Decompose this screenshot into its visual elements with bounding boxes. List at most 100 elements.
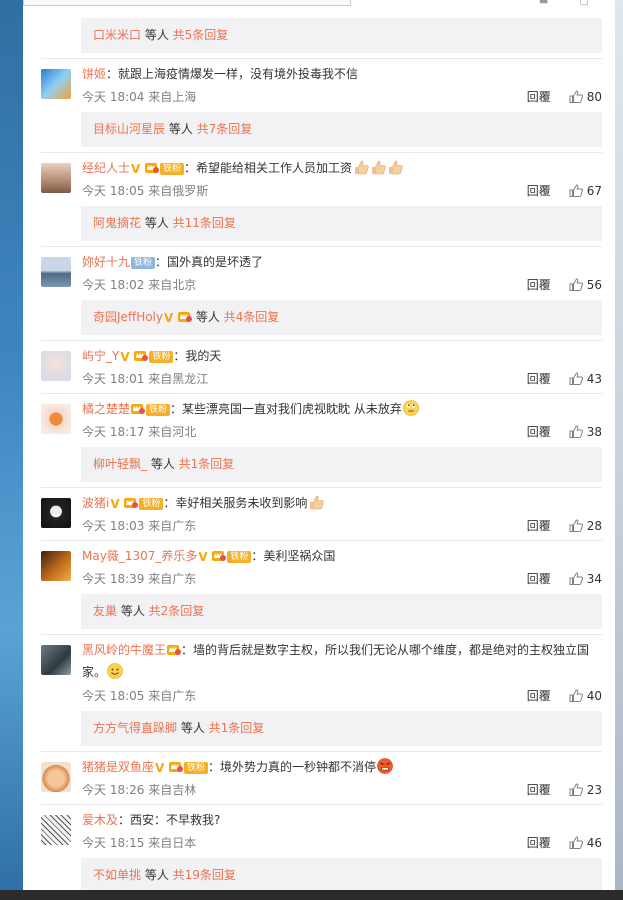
- divider: [41, 540, 602, 541]
- divider: [41, 487, 602, 488]
- window-controls[interactable]: ▬ ▢: [539, 0, 603, 7]
- reply-user-link[interactable]: 目标山河星辰: [93, 122, 165, 136]
- like-button[interactable]: 40: [569, 689, 602, 703]
- comment-text-continued: 家。: [82, 665, 107, 679]
- comment-meta: 今天 18:15 来自日本: [82, 836, 197, 850]
- comment-author-link[interactable]: 妳好十九: [82, 255, 130, 269]
- avatar[interactable]: [41, 498, 71, 528]
- comment-author-link[interactable]: 黑风岭的牛魔王: [82, 643, 166, 657]
- reply-button[interactable]: 回覆: [527, 423, 551, 440]
- fan-badge: 铁粉: [184, 762, 209, 774]
- comment-author-link[interactable]: 饼姬: [82, 67, 106, 81]
- like-button[interactable]: 28: [569, 519, 602, 533]
- like-button[interactable]: 23: [569, 783, 602, 797]
- thumbs-up-icon: [569, 90, 583, 103]
- sub-replies-bar[interactable]: 目标山河星辰 等人 共7条回复: [81, 112, 602, 147]
- reply-button[interactable]: 回覆: [527, 687, 551, 704]
- sub-replies-bar[interactable]: 柳叶轻飘_ 等人 共1条回复: [81, 447, 602, 482]
- sub-replies-bar[interactable]: 奇园JeffHolyV 等人 共4条回复: [81, 300, 602, 335]
- more-replies-link[interactable]: 共19条回复: [173, 868, 236, 882]
- reply-button[interactable]: 回覆: [527, 781, 551, 798]
- divider: [41, 751, 602, 752]
- sub-replies-bar[interactable]: 方方气得直跺脚 等人 共1条回复: [81, 711, 602, 746]
- reply-user-link[interactable]: 奇园JeffHoly: [93, 310, 163, 324]
- more-replies-link[interactable]: 共1条回复: [209, 721, 265, 735]
- thumbs-up-icon: [569, 372, 583, 385]
- reply-button[interactable]: 回覆: [527, 517, 551, 534]
- eye-roll-emoji-icon: [403, 400, 419, 416]
- comment-text-line: 黑风岭的牛魔王 ：墙的背后就是数字主权，所以我们无论从哪个维度，都是绝对的主权独立…: [82, 641, 602, 659]
- avatar[interactable]: [41, 762, 71, 792]
- more-replies-link[interactable]: 共5条回复: [173, 28, 229, 42]
- avatar[interactable]: [41, 645, 71, 675]
- reply-user-link[interactable]: 口米米口: [93, 28, 141, 42]
- reply-button[interactable]: 回覆: [527, 88, 551, 105]
- reply-button[interactable]: 回覆: [527, 834, 551, 851]
- comment-text-line: 饼姬：就跟上海疫情爆发一样，没有境外投毒我不信: [82, 65, 602, 83]
- avatar[interactable]: [41, 404, 71, 434]
- comment-author-link[interactable]: 屿宁_Y: [82, 349, 119, 363]
- reply-user-link[interactable]: 友巢: [93, 604, 117, 618]
- comment-actions: 回覆 67: [527, 182, 602, 199]
- avatar[interactable]: [41, 257, 71, 287]
- comment-author-link[interactable]: 猪猪是双鱼座: [82, 760, 154, 774]
- comment-meta: 今天 18:04 来自上海: [82, 90, 197, 104]
- verified-v-icon: V: [155, 761, 165, 775]
- comment-author-link[interactable]: 波猪i: [82, 496, 109, 510]
- reply-user-link[interactable]: 阿鬼摘花: [93, 216, 141, 230]
- comment-meta: 今天 18:26 来自吉林: [82, 783, 197, 797]
- thumbs-up-emoji-icon: [370, 159, 386, 175]
- member-crown-icon: [124, 496, 138, 508]
- more-replies-link[interactable]: 共7条回复: [197, 122, 253, 136]
- like-button[interactable]: 67: [569, 184, 602, 198]
- comment-author-link[interactable]: May薇_1307_养乐多: [82, 549, 197, 563]
- comment-text: ：美利坚祸众国: [251, 549, 336, 563]
- comment-text: ：希望能给相关工作人员加工资: [184, 161, 353, 175]
- like-button[interactable]: 80: [569, 90, 602, 104]
- member-crown-icon: [134, 349, 148, 361]
- more-replies-link[interactable]: 共1条回复: [179, 457, 235, 471]
- search-input-edge[interactable]: [23, 0, 351, 6]
- more-replies-link[interactable]: 共2条回复: [149, 604, 205, 618]
- like-button[interactable]: 46: [569, 836, 602, 850]
- reply-suffix: 等人: [177, 721, 209, 735]
- like-button[interactable]: 56: [569, 278, 602, 292]
- avatar[interactable]: [41, 551, 71, 581]
- like-button[interactable]: 34: [569, 572, 602, 586]
- avatar[interactable]: [41, 815, 71, 845]
- reply-button[interactable]: 回覆: [527, 276, 551, 293]
- reply-button[interactable]: 回覆: [527, 370, 551, 387]
- sub-replies-bar[interactable]: 阿鬼摘花 等人 共11条回复: [81, 206, 602, 241]
- like-button[interactable]: 43: [569, 372, 602, 386]
- comment-actions: 回覆 34: [527, 570, 602, 587]
- avatar[interactable]: [41, 69, 71, 99]
- like-button[interactable]: 38: [569, 425, 602, 439]
- comment-actions: 回覆 28: [527, 517, 602, 534]
- reply-user-link[interactable]: 柳叶轻飘_: [93, 457, 147, 471]
- avatar[interactable]: [41, 163, 71, 193]
- comment-author-link[interactable]: 爱木及: [82, 813, 118, 827]
- member-crown-icon: [167, 643, 181, 655]
- comment-author-link[interactable]: 橘之楚楚: [82, 402, 130, 416]
- reply-button[interactable]: 回覆: [527, 182, 551, 199]
- sub-replies-bar[interactable]: 口米米口 等人 共5条回复: [81, 18, 602, 53]
- fan-badge: 铁粉: [227, 551, 252, 563]
- divider: [41, 152, 602, 153]
- comment-meta: 今天 18:03 来自广东: [82, 519, 197, 533]
- comment-meta: 今天 18:17 来自河北: [82, 425, 197, 439]
- more-replies-link[interactable]: 共4条回复: [224, 310, 280, 324]
- more-replies-link[interactable]: 共11条回复: [173, 216, 236, 230]
- sub-replies-bar[interactable]: 不如单挑 等人 共19条回复: [81, 858, 602, 890]
- divider: [41, 634, 602, 635]
- avatar[interactable]: [41, 351, 71, 381]
- comment-text-line: 波猪iV 铁粉 ：幸好相关服务未收到影响: [82, 494, 602, 512]
- comment-author-link[interactable]: 经纪人士: [82, 161, 130, 175]
- reply-user-link[interactable]: 方方气得直跺脚: [93, 721, 177, 735]
- like-count: 80: [586, 90, 602, 104]
- reply-suffix: 等人: [117, 604, 149, 618]
- top-edge: ▬ ▢: [23, 0, 615, 8]
- fan-badge: 铁粉: [160, 163, 185, 175]
- sub-replies-bar[interactable]: 友巢 等人 共2条回复: [81, 594, 602, 629]
- reply-button[interactable]: 回覆: [527, 570, 551, 587]
- reply-user-link[interactable]: 不如单挑: [93, 868, 141, 882]
